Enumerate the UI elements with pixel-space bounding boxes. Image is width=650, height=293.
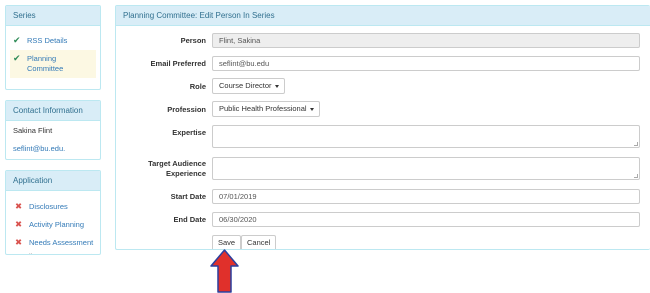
start-date-field[interactable] <box>212 189 640 204</box>
application-panel-title: Application <box>6 171 100 191</box>
x-icon: ✖ <box>15 236 23 247</box>
audience-wrap <box>212 157 640 180</box>
resize-handle-icon[interactable] <box>634 174 638 178</box>
person-field <box>212 33 640 48</box>
contact-email-link[interactable]: seflint@bu.edu. <box>13 144 65 153</box>
caret-down-icon <box>274 84 279 88</box>
audience-field[interactable] <box>212 157 640 180</box>
role-dropdown[interactable]: Course Director <box>212 78 285 94</box>
contact-panel: Contact Information Sakina Flint seflint… <box>5 100 101 160</box>
check-icon: ✔ <box>13 35 21 45</box>
sidebar-item-planning-committee[interactable]: ✔ Planning Committee <box>10 50 96 78</box>
edit-person-panel: Planning Committee: Edit Person In Serie… <box>115 5 650 250</box>
audience-label-line1: Target Audience <box>148 159 206 168</box>
role-dropdown-value: Course Director <box>219 81 272 90</box>
expertise-wrap <box>212 125 640 148</box>
sidebar-item-label[interactable]: Needs Assessment <box>29 238 93 247</box>
contact-panel-title: Contact Information <box>6 101 100 121</box>
cancel-button[interactable]: Cancel <box>241 235 277 249</box>
profession-dropdown-value: Public Health Professional <box>219 104 307 113</box>
application-panel: Application ✖ Disclosures ✖ Activity Pla… <box>5 170 101 255</box>
contact-name: Sakina Flint <box>13 126 53 135</box>
caret-down-icon <box>309 107 314 111</box>
audience-label: Target Audience Experience <box>116 159 206 179</box>
end-date-field[interactable] <box>212 212 640 227</box>
person-label: Person <box>180 36 206 45</box>
check-icon: ✔ <box>13 53 21 63</box>
x-icon: ✖ <box>15 218 23 229</box>
sidebar-item-rss-details[interactable]: ✔ RSS Details <box>10 32 96 50</box>
annotation-arrow-icon <box>210 249 239 293</box>
sidebar-item-needs-assessment[interactable]: ✖ Needs Assessment <box>15 233 95 251</box>
expertise-field[interactable] <box>212 125 640 148</box>
resize-handle-icon[interactable] <box>634 142 638 146</box>
sidebar-item-label[interactable]: Planning Committee <box>27 54 75 74</box>
email-label: Email Preferred <box>150 59 206 68</box>
audience-label-line2: Experience <box>165 169 206 178</box>
sidebar-item-label[interactable]: Activity Planning <box>29 220 84 229</box>
application-nav: ✖ Disclosures ✖ Activity Planning ✖ Need… <box>6 191 100 255</box>
expertise-label: Expertise <box>172 128 206 137</box>
profession-dropdown[interactable]: Public Health Professional <box>212 101 320 117</box>
sidebar-item-activity-planning[interactable]: ✖ Activity Planning <box>15 215 95 233</box>
more-items-indicator: .. <box>29 250 33 255</box>
series-nav: ✔ RSS Details ✔ Planning Committee <box>6 26 100 78</box>
email-field[interactable] <box>212 56 640 71</box>
role-label: Role <box>189 82 206 91</box>
series-panel: Series ✔ RSS Details ✔ Planning Committe… <box>5 5 101 90</box>
sidebar-item-disclosures[interactable]: ✖ Disclosures <box>15 197 95 215</box>
save-button[interactable]: Save <box>212 235 242 249</box>
profession-label: Profession <box>167 105 206 114</box>
end-date-label: End Date <box>173 215 206 224</box>
sidebar-item-label[interactable]: Disclosures <box>29 202 68 211</box>
series-panel-title: Series <box>6 6 100 26</box>
page-title: Planning Committee: Edit Person In Serie… <box>116 6 650 26</box>
x-icon: ✖ <box>15 200 23 211</box>
sidebar-item-label[interactable]: RSS Details <box>27 36 67 46</box>
start-date-label: Start Date <box>170 192 206 201</box>
